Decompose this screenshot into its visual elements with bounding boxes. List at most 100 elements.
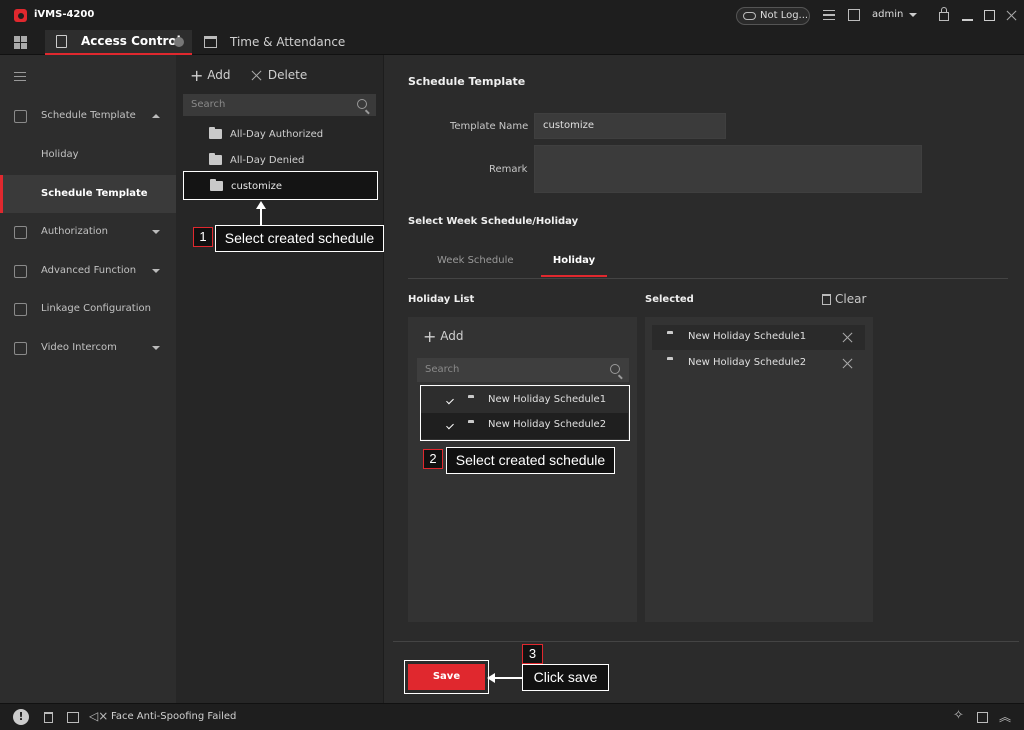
holiday-list-title: Holiday List <box>408 294 475 305</box>
remark-textarea[interactable] <box>534 145 922 193</box>
tab-access-control[interactable]: Access Control <box>45 30 192 55</box>
tab-holiday[interactable]: Holiday <box>541 247 607 277</box>
nav-label: Linkage Configuration <box>41 303 151 314</box>
pin-icon[interactable]: ✧ <box>953 708 964 723</box>
nav-label: Advanced Function <box>41 265 137 276</box>
nav-linkage-configuration[interactable]: Linkage Configuration <box>0 290 176 328</box>
screenshot-icon[interactable] <box>67 712 79 723</box>
plus-icon: + <box>190 66 204 85</box>
add-template-button[interactable]: + Add <box>190 66 230 85</box>
selected-item-label: New Holiday Schedule1 <box>688 331 807 342</box>
minimize-icon[interactable] <box>962 19 973 21</box>
tree-item-label: All-Day Authorized <box>230 129 324 140</box>
nav-schedule-template[interactable]: Schedule Template <box>0 175 176 213</box>
add-holiday-button[interactable]: + Add <box>423 327 463 346</box>
template-tree-panel: + Add Delete Search All-Day Authorized A… <box>176 55 384 703</box>
clear-button[interactable]: Clear <box>822 292 866 306</box>
tree-item-label: customize <box>231 181 283 192</box>
maximize-icon[interactable] <box>984 10 995 21</box>
tab-divider <box>408 278 1008 279</box>
trash-icon[interactable] <box>44 712 53 723</box>
selected-item[interactable]: New Holiday Schedule1 <box>652 325 865 350</box>
close-icon[interactable] <box>1006 10 1017 21</box>
holiday-search-input[interactable]: Search <box>417 358 629 382</box>
tree-item[interactable]: All-Day Authorized <box>209 127 324 143</box>
nav-label: Schedule Template <box>41 110 136 121</box>
remove-icon[interactable] <box>842 358 853 369</box>
selected-item-label: New Holiday Schedule2 <box>688 357 807 368</box>
annotation-callout-2: Select created schedule <box>446 447 615 474</box>
clear-label: Clear <box>835 292 867 306</box>
sidebar-nav: Schedule Template Holiday Schedule Templ… <box>0 55 176 703</box>
lock-icon[interactable] <box>939 7 949 21</box>
tree-item-selected[interactable]: customize <box>183 171 378 200</box>
status-message: Face Anti-Spoofing Failed <box>111 711 237 722</box>
nav-label: Holiday <box>41 149 79 160</box>
annotation-number-2: 2 <box>423 449 443 469</box>
alarm-warning-icon[interactable]: ! <box>13 709 29 725</box>
save-button[interactable]: Save <box>408 664 485 690</box>
collapse-icon <box>152 114 160 118</box>
arrow-head-up-icon <box>256 201 266 209</box>
user-dropdown-icon[interactable] <box>909 13 917 17</box>
search-placeholder: Search <box>425 364 460 375</box>
list-icon[interactable] <box>823 10 835 20</box>
holiday-list-item[interactable]: New Holiday Schedule1 <box>421 387 628 413</box>
title-bar: iVMS-4200 Not Log... admin <box>0 0 1024 30</box>
nav-authorization[interactable]: Authorization <box>0 213 176 251</box>
nav-holiday[interactable]: Holiday <box>0 136 176 174</box>
template-name-input[interactable]: customize <box>534 113 726 139</box>
app-title: iVMS-4200 <box>34 9 95 20</box>
nav-schedule-template-group[interactable]: Schedule Template <box>0 97 176 135</box>
remove-icon[interactable] <box>842 332 853 343</box>
module-tab-bar: Access Control Time & Attendance <box>0 30 1024 55</box>
holiday-item-label: New Holiday Schedule2 <box>488 419 607 430</box>
cloud-icon <box>743 12 756 20</box>
tab-close-icon[interactable] <box>174 37 184 47</box>
nav-advanced-function[interactable]: Advanced Function <box>0 252 176 290</box>
module-grid-icon[interactable] <box>14 36 27 49</box>
intercom-icon <box>14 342 27 355</box>
annotation-callout-3: Click save <box>522 664 609 691</box>
tree-search-input[interactable]: Search <box>183 94 376 116</box>
expand-icon <box>152 230 160 234</box>
access-control-icon <box>56 35 67 48</box>
template-name-label: Template Name <box>450 121 529 132</box>
app-logo-icon <box>14 9 27 22</box>
tab-week-schedule[interactable]: Week Schedule <box>437 255 514 266</box>
selected-item[interactable]: New Holiday Schedule2 <box>652 351 865 376</box>
plus-icon: + <box>423 327 437 346</box>
sound-muted-icon[interactable]: ◁× <box>89 709 108 723</box>
annotation-callout-1: Select created schedule <box>215 225 384 252</box>
save-label: Save <box>432 671 461 682</box>
search-icon[interactable] <box>357 99 367 109</box>
holiday-list-item[interactable]: New Holiday Schedule2 <box>421 413 628 439</box>
linkage-icon <box>14 303 27 316</box>
select-week-holiday-title: Select Week Schedule/Holiday <box>408 216 579 227</box>
image-icon[interactable] <box>848 9 860 21</box>
delete-template-label: Delete <box>267 68 308 82</box>
nav-video-intercom[interactable]: Video Intercom <box>0 329 176 367</box>
add-template-label: Add <box>207 68 231 82</box>
nav-label: Schedule Template <box>41 188 148 199</box>
cloud-status-label: Not Log... <box>760 10 809 21</box>
nav-label: Video Intercom <box>41 342 117 353</box>
window-icon[interactable] <box>977 712 988 723</box>
search-icon[interactable] <box>610 364 620 374</box>
add-holiday-label: Add <box>440 329 464 343</box>
status-bar: ! ◁× Face Anti-Spoofing Failed ✧ ︽ <box>0 703 1024 730</box>
remark-label: Remark <box>489 164 528 175</box>
collapse-up-icon[interactable]: ︽ <box>999 708 1011 725</box>
tree-item[interactable]: All-Day Denied <box>209 153 304 169</box>
main-panel: Schedule Template Template Name customiz… <box>385 55 1024 703</box>
annotation-number-1: 1 <box>193 227 213 247</box>
tab-time-attendance[interactable]: Time & Attendance <box>230 35 345 49</box>
authorization-icon <box>14 226 27 239</box>
save-button-highlight: Save <box>404 660 489 694</box>
holiday-item-label: New Holiday Schedule1 <box>488 394 607 405</box>
menu-toggle-icon[interactable] <box>14 72 26 81</box>
tab-access-control-label: Access Control <box>81 34 181 48</box>
cloud-login-button[interactable]: Not Log... <box>736 7 810 25</box>
user-name[interactable]: admin <box>872 9 903 20</box>
delete-template-button[interactable]: Delete <box>251 68 307 82</box>
